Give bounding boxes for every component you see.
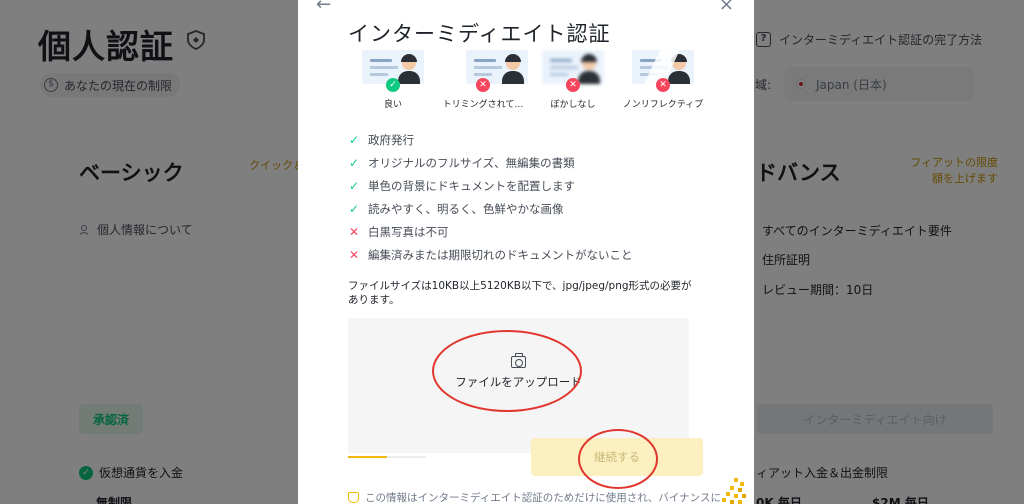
requirements-list: ✓ 政府発行 ✓ オリジナルのフルサイズ、無編集の書類 ✓ 単色の背景にドキュメントを… (348, 128, 633, 266)
check-icon: ✓ (348, 178, 360, 193)
shield-check-icon (348, 492, 359, 503)
sample-reflective: ✕ ノンリフレクティブ (618, 50, 708, 110)
check-icon: ✓ (348, 201, 360, 216)
privacy-note: この情報はインターミディエイト認証のためだけに使用され、バイナンスに (348, 490, 721, 504)
requirement-item: ✕ 白黒写真は不可 (348, 220, 633, 243)
cross-icon: ✕ (348, 224, 360, 239)
sample-label: トリミングされて… (442, 100, 524, 110)
highlight-ring (432, 330, 582, 412)
sample-good: ✓ 良い (348, 50, 438, 110)
requirement-item: ✕ 編集済みまたは期限切れのドキュメントがないこと (348, 243, 633, 266)
cross-icon: ✕ (476, 78, 490, 92)
step-progress-bar (348, 456, 426, 458)
check-icon: ✓ (348, 155, 360, 170)
requirement-item: ✓ 単色の背景にドキュメントを配置します (348, 174, 633, 197)
privacy-note-text: この情報はインターミディエイト認証のためだけに使用され、バイナンスに (365, 492, 721, 504)
requirement-item: ✓ 政府発行 (348, 128, 633, 151)
requirement-text: オリジナルのフルサイズ、無編集の書類 (368, 155, 575, 170)
intermediate-verification-modal: ← × インターミディエイト認証 ✓ 良い ✕ トリミングされて… ✕ ぼかしな… (298, 0, 754, 504)
requirement-item: ✓ オリジナルのフルサイズ、無編集の書類 (348, 151, 633, 174)
qr-code-icon[interactable] (722, 476, 746, 504)
cross-icon: ✕ (348, 247, 360, 262)
document-samples: ✓ 良い ✕ トリミングされて… ✕ ぼかしなし ✕ ノンリフレクティブ (348, 50, 708, 110)
sample-cropped: ✕ トリミングされて… (438, 50, 528, 110)
step-progress-fill (348, 456, 387, 458)
requirement-text: 白黒写真は不可 (368, 224, 449, 239)
requirement-text: 政府発行 (368, 132, 414, 147)
check-icon: ✓ (348, 132, 360, 147)
highlight-ring (578, 429, 658, 489)
sample-label: ぼかしなし (550, 100, 596, 110)
requirement-text: 編集済みまたは期限切れのドキュメントがないこと (368, 247, 633, 262)
back-arrow-icon[interactable]: ← (316, 0, 331, 15)
modal-title: インターミディエイト認証 (348, 22, 611, 46)
file-size-note: ファイルサイズは10KB以上5120KB以下で、jpg/jpeg/png形式の必… (348, 280, 692, 306)
check-icon: ✓ (386, 78, 400, 92)
sample-blurry: ✕ ぼかしなし (528, 50, 618, 110)
requirement-text: 読みやすく、明るく、色鮮やかな画像 (368, 201, 564, 216)
cross-icon: ✕ (566, 78, 580, 92)
requirement-text: 単色の背景にドキュメントを配置します (368, 178, 575, 193)
close-icon[interactable]: × (719, 0, 734, 15)
id-card-image (466, 50, 528, 84)
sample-label: 良い (383, 100, 402, 110)
requirement-item: ✓ 読みやすく、明るく、色鮮やかな画像 (348, 197, 633, 220)
cross-icon: ✕ (656, 78, 670, 92)
sample-label: ノンリフレクティブ (622, 100, 704, 110)
